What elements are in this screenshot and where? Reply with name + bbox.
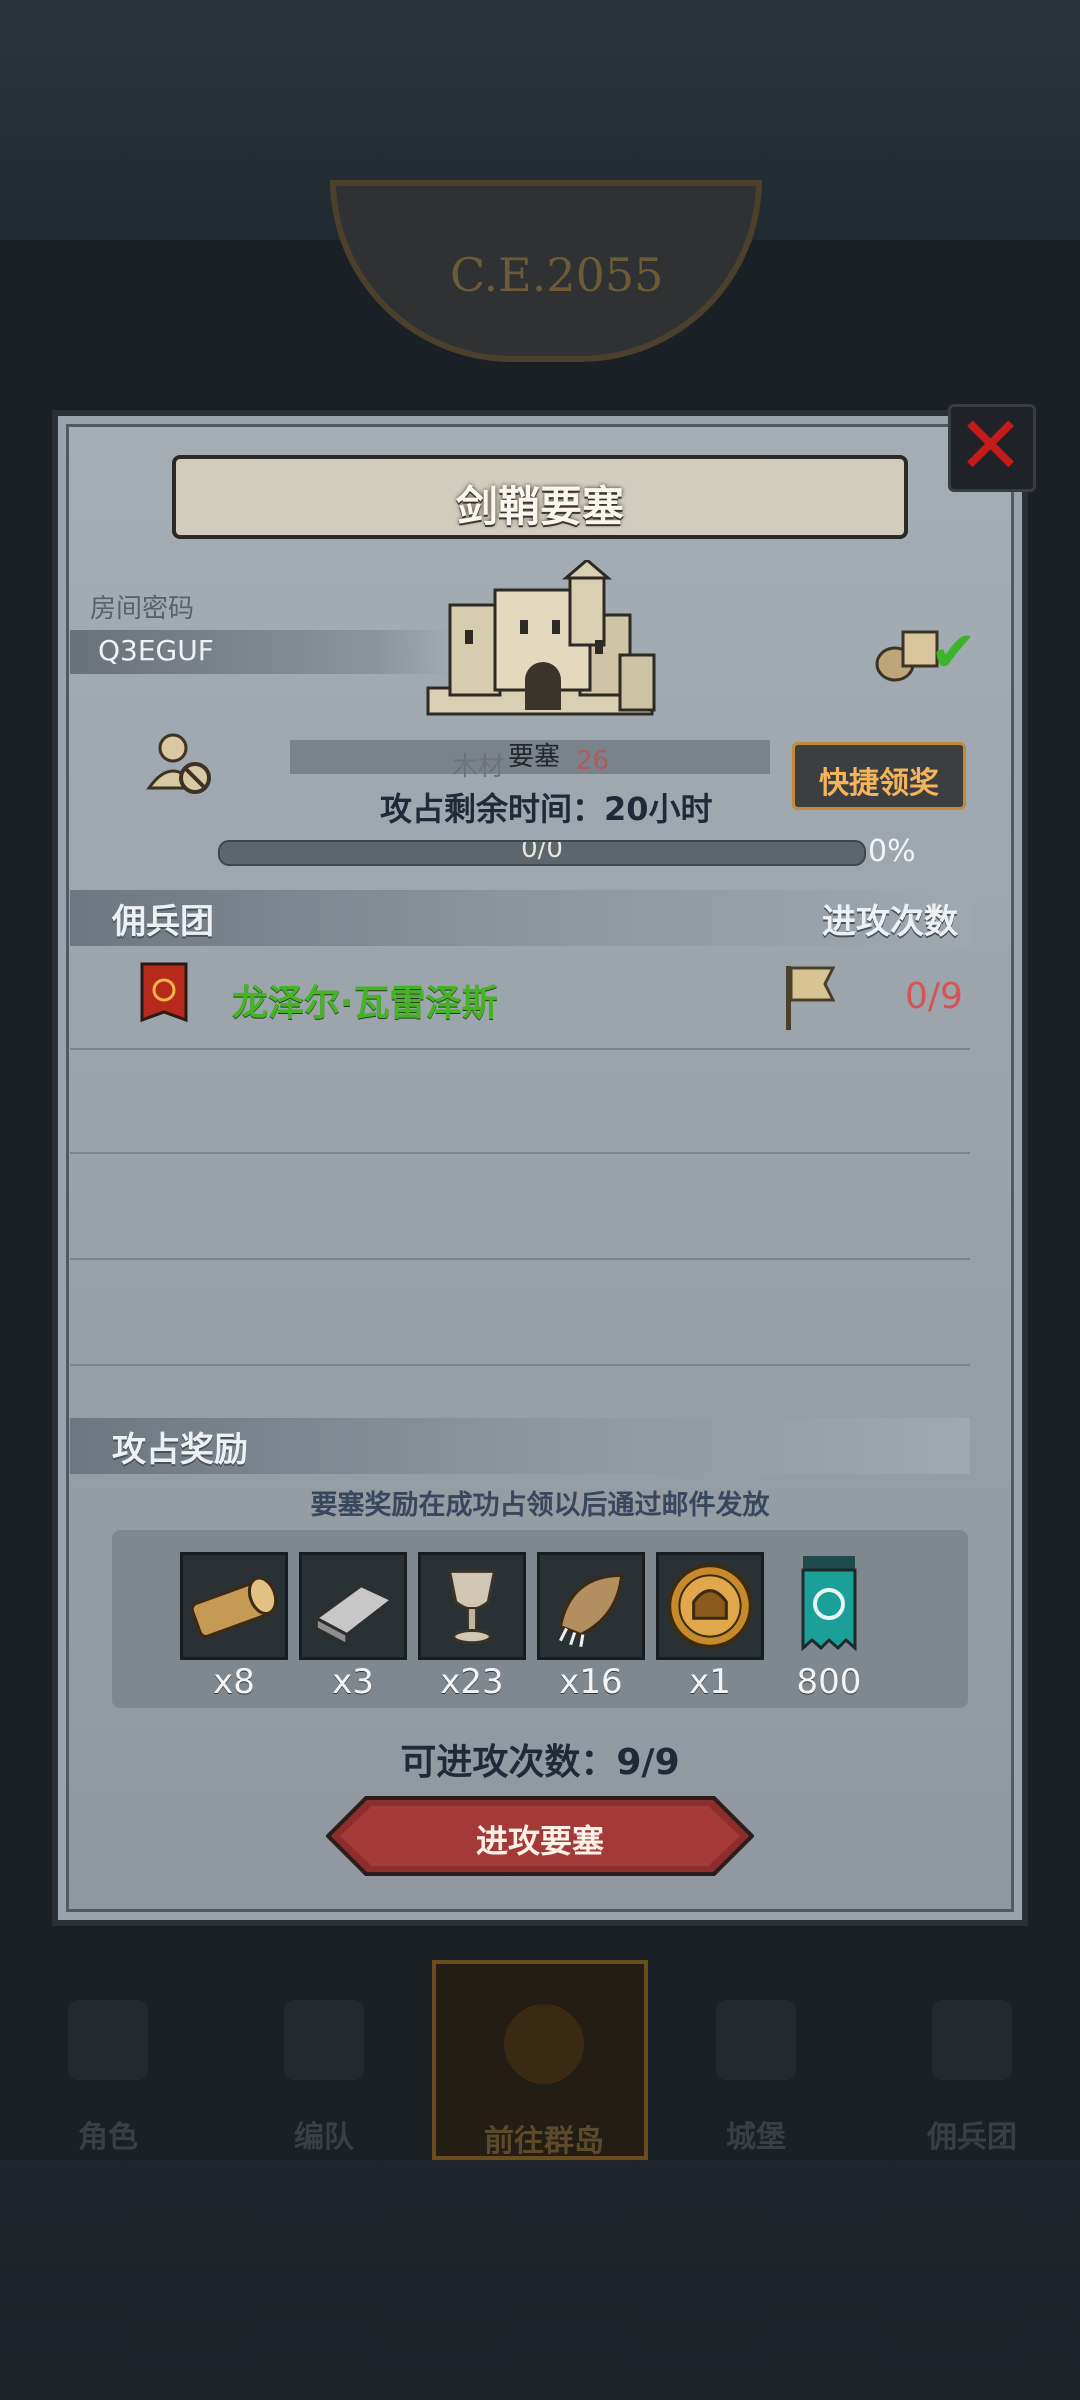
fortress-castle-icon: [426, 560, 656, 716]
reward-item[interactable]: [537, 1552, 645, 1660]
title-banner: 剑鞘要塞: [172, 455, 908, 539]
close-icon: ✕: [957, 399, 1025, 492]
knight-medal-icon: [667, 1563, 753, 1649]
progress-text: 0/0: [521, 840, 563, 864]
flag-icon: [786, 966, 836, 1030]
attack-fortress-label: 进攻要塞: [475, 1822, 604, 1860]
reward-item[interactable]: [775, 1552, 883, 1660]
available-attacks: 可进攻次数：9/9: [400, 1742, 680, 1783]
islands-icon: [504, 2004, 584, 2084]
quick-claim-button[interactable]: 快捷领奖: [792, 742, 966, 810]
nav-item-mercenary[interactable]: 佣兵团: [864, 1960, 1080, 2160]
formation-icon: [284, 2000, 364, 2080]
nav-label: 角色: [78, 2120, 138, 2155]
reward-note: 要塞奖励在成功占领以后通过邮件发放: [310, 1490, 770, 1521]
room-code-label: 房间密码: [90, 594, 195, 624]
reward-qty: 800: [796, 1662, 862, 1702]
row-divider: [70, 1258, 970, 1260]
mercenary-name[interactable]: 龙泽尔·瓦雷泽斯: [232, 974, 498, 1026]
nav-label: 佣兵团: [927, 2120, 1017, 2155]
guild-banner-icon: [801, 1556, 857, 1652]
quick-claim-label: 快捷领奖: [819, 766, 939, 801]
iron-ingot-icon: [313, 1583, 395, 1648]
reward-item[interactable]: [299, 1552, 407, 1660]
knight-icon: [68, 2000, 148, 2080]
progress-percent: 0%: [868, 834, 916, 869]
check-icon: ✔: [930, 620, 977, 685]
row-divider: [70, 1048, 970, 1050]
rewards-header: 攻占奖励: [112, 1430, 248, 1470]
reward-qty: x16: [559, 1662, 623, 1702]
beast-paw-icon: [558, 1573, 624, 1648]
mercenary-banner-icon: [140, 962, 188, 1023]
nav-label: 前往群岛: [484, 2124, 604, 2159]
nav-item-role[interactable]: 角色: [0, 1960, 216, 2160]
mercenary-attack-count: 0/9: [905, 976, 963, 1017]
reward-item[interactable]: [418, 1552, 526, 1660]
mercenary-header: 佣兵团: [112, 902, 214, 942]
reward-item[interactable]: [656, 1552, 764, 1660]
room-code[interactable]: Q3EGUF: [98, 634, 214, 667]
nav-item-islands[interactable]: 前往群岛: [432, 1960, 648, 2160]
wood-label: 木材: [452, 752, 505, 782]
mercenary-icon: [932, 2000, 1012, 2080]
wood-value: 26: [576, 746, 610, 776]
reward-item[interactable]: [180, 1552, 288, 1660]
reward-qty: x3: [332, 1662, 374, 1702]
fortress-label: 要塞: [508, 742, 561, 772]
reward-qty: x8: [213, 1662, 255, 1702]
close-button[interactable]: ✕: [948, 399, 1036, 492]
nav-item-formation[interactable]: 编队: [216, 1960, 432, 2160]
nav-item-castle[interactable]: 城堡: [648, 1960, 864, 2160]
no-user-icon[interactable]: [145, 728, 215, 798]
nav-label: 编队: [294, 2120, 354, 2155]
bottom-nav: 角色 编队 前往群岛 城堡 佣兵团: [0, 1960, 1080, 2160]
era-text: C.E.2055: [450, 248, 664, 302]
castle-icon: [716, 2000, 796, 2080]
nav-label: 城堡: [726, 2120, 786, 2155]
modal-title: 剑鞘要塞: [455, 482, 624, 531]
row-divider: [70, 1152, 970, 1154]
wood-log-icon: [190, 1576, 278, 1638]
time-left: 攻占剩余时间：20小时: [380, 790, 713, 828]
capture-progress-bar: 0/0: [218, 840, 866, 866]
reward-qty: x1: [689, 1662, 731, 1702]
attack-count-header: 进攻次数: [822, 902, 958, 942]
row-divider: [70, 1364, 970, 1366]
reward-qty: x23: [440, 1662, 504, 1702]
goblet-icon: [447, 1569, 497, 1645]
